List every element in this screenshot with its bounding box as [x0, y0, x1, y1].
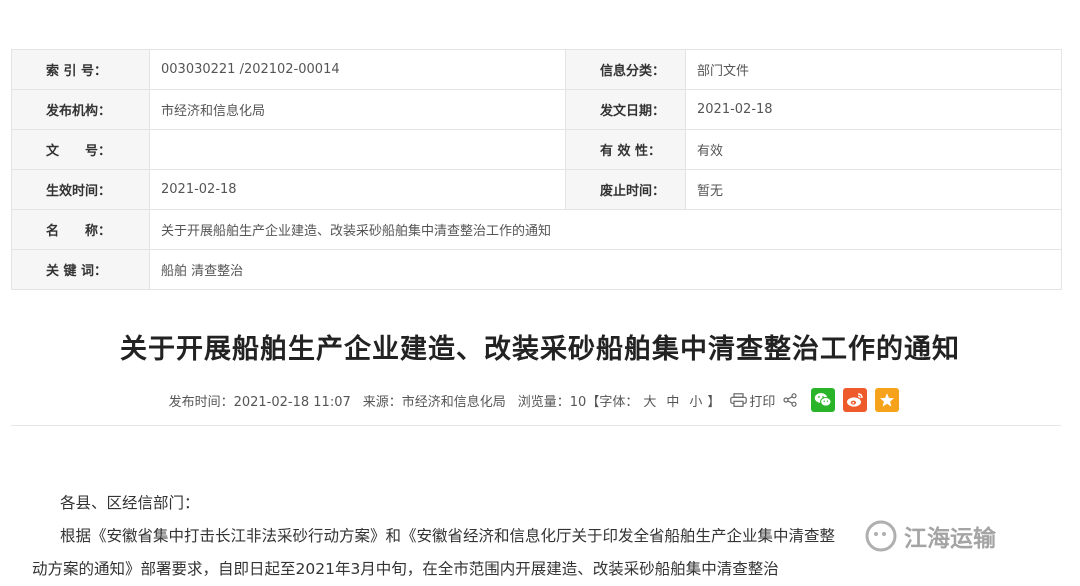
index-no-value: 003030221 /202102-00014: [149, 49, 566, 90]
table-row: 名 称： 关于开展船舶生产企业建造、改装采砂船舶集中清查整治工作的通知: [11, 209, 1062, 250]
weibo-icon: [847, 393, 864, 407]
keywords-label: 关 键 词：: [11, 249, 150, 290]
font-size-close: 】: [707, 394, 721, 410]
effective-date-value: 2021-02-18: [149, 169, 566, 210]
font-medium-button[interactable]: 中: [666, 391, 679, 410]
index-no-label: 索 引 号：: [11, 49, 150, 90]
article-info-bar: 发布时间：2021-02-18 11:07 来源：市经济和信息化局 浏览量：10…: [0, 388, 1068, 412]
validity-value: 有效: [685, 129, 1062, 170]
watermark-logo-icon: [865, 520, 897, 552]
article-title: 关于开展船舶生产企业建造、改装采砂船舶集中清查整治工作的通知: [120, 334, 960, 365]
print-label: 打印: [749, 394, 776, 410]
abolish-value: 暂无: [685, 169, 1062, 210]
wechat-icon: [815, 393, 832, 407]
print-icon: [730, 393, 748, 407]
table-row: 文 号： 有 效 性： 有效: [11, 129, 1062, 170]
category-value: 部门文件: [685, 49, 1062, 90]
issue-date-value: 2021-02-18: [685, 89, 1062, 130]
issue-date-label: 发文日期：: [565, 89, 686, 130]
document-info-table: 索 引 号： 003030221 /202102-00014 信息分类： 部门文…: [11, 49, 1062, 290]
print-button[interactable]: 打印: [730, 391, 775, 410]
publisher-value: 市经济和信息化局: [149, 89, 566, 130]
star-icon: [880, 393, 895, 407]
font-small-button[interactable]: 小: [689, 391, 702, 410]
greeting: 各县、区经信部门：: [60, 494, 200, 512]
publisher-label: 发布机构：: [11, 89, 150, 130]
font-size-open: 【字体：: [586, 394, 639, 410]
doc-no-value: [149, 129, 566, 170]
validity-label: 有 效 性：: [565, 129, 686, 170]
abolish-label: 废止时间：: [565, 169, 686, 210]
watermark-text: 江海运输: [904, 526, 996, 552]
name-label: 名 称：: [11, 209, 150, 250]
weibo-share-button[interactable]: [843, 388, 868, 412]
source: 来源：市经济和信息化局: [362, 394, 506, 410]
watermark: 江海运输: [864, 519, 996, 553]
table-row: 索 引 号： 003030221 /202102-00014 信息分类： 部门文…: [11, 49, 1062, 90]
divider: [11, 425, 1061, 426]
table-row: 发布机构： 市经济和信息化局 发文日期： 2021-02-18: [11, 89, 1062, 130]
publish-time: 发布时间：2021-02-18 11:07: [168, 394, 351, 410]
category-label: 信息分类：: [565, 49, 686, 90]
wechat-share-button[interactable]: [811, 388, 836, 412]
font-large-button[interactable]: 大: [643, 391, 656, 410]
view-count: 浏览量：10: [517, 394, 587, 410]
effective-date-label: 生效时间：: [11, 169, 150, 210]
table-row: 关 键 词： 船舶 清查整治: [11, 249, 1062, 290]
favorite-button[interactable]: [875, 388, 900, 412]
doc-no-label: 文 号：: [11, 129, 150, 170]
table-row: 生效时间： 2021-02-18 废止时间： 暂无: [11, 169, 1062, 210]
keywords-value: 船舶 清查整治: [149, 249, 1062, 290]
share-icon[interactable]: [783, 393, 798, 407]
name-value: 关于开展船舶生产企业建造、改装采砂船舶集中清查整治工作的通知: [149, 209, 1062, 250]
paragraph-line: 动方案的通知》部署要求，自即日起至2021年3月中旬，在全市范围内开展建造、改装…: [32, 560, 779, 578]
